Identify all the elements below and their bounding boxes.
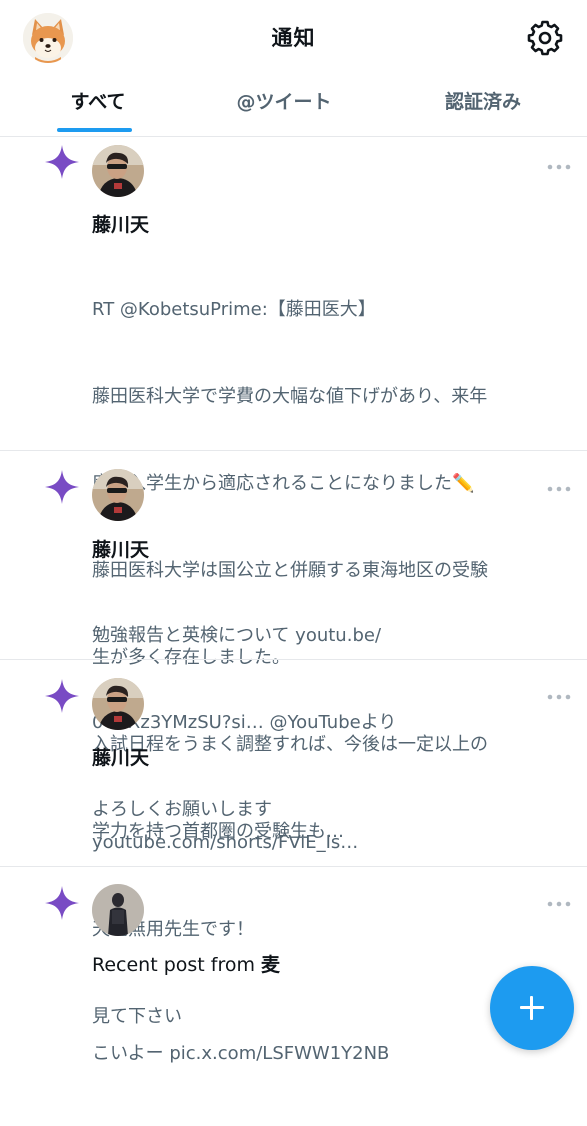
notification-tabs: すべて @ツイート 認証済み — [0, 76, 587, 137]
top-bar: 通知 — [0, 0, 587, 76]
user-photo-icon — [92, 884, 144, 936]
notification-item[interactable]: 藤川天 youtube.com/shorts/FViE_Is… 天地無用先生です… — [0, 660, 587, 1027]
avatar[interactable] — [92, 469, 144, 521]
author-name: 藤川天 — [92, 214, 150, 236]
tab-verified[interactable]: 認証済み — [385, 76, 581, 136]
user-photo-icon — [92, 469, 144, 521]
page-title: 通知 — [271, 26, 316, 50]
recent-post-prefix: Recent post from — [92, 954, 262, 976]
gear-icon — [527, 20, 563, 56]
tab-mentions[interactable]: @ツイート — [186, 76, 382, 136]
user-photo-icon — [92, 678, 144, 730]
compose-button[interactable] — [490, 966, 574, 1050]
author-name: 藤川天 — [92, 747, 150, 769]
tweet-line: こいよー pic.x.com/LSFWW1Y2NB — [92, 1043, 390, 1064]
sparkle-icon — [44, 885, 80, 921]
tweet-line: youtube.com/shorts/FViE_Is… — [92, 832, 359, 853]
notification-item[interactable]: 藤川天 勉強報告と英検について youtu.be/ 0UnXz3YMzSU?si… — [0, 451, 587, 820]
sparkle-icon — [44, 469, 80, 505]
recent-post-author: 麦 — [261, 954, 281, 976]
tweet-line: 藤田医科大学で学費の大幅な値下げがあり、来年 — [92, 386, 488, 407]
more-options-icon[interactable] — [546, 687, 572, 700]
author-name: 藤川天 — [92, 539, 150, 561]
recent-post-heading: Recent post from 麦 — [92, 950, 280, 977]
avatar[interactable] — [92, 884, 144, 936]
more-options-icon[interactable] — [546, 157, 572, 170]
more-options-icon[interactable] — [546, 479, 572, 492]
sparkle-icon — [44, 678, 80, 714]
notification-item[interactable]: 藤川天 RT @KobetsuPrime:【藤田医大】 藤田医科大学で学費の大幅… — [0, 137, 587, 842]
avatar[interactable] — [92, 145, 144, 197]
tweet-line: 勉強報告と英検について youtu.be/ — [92, 625, 382, 646]
user-photo-icon — [92, 145, 144, 197]
tab-all[interactable]: すべて — [0, 76, 196, 136]
sparkle-icon — [44, 144, 80, 180]
settings-button[interactable] — [527, 20, 563, 56]
more-options-icon[interactable] — [546, 894, 572, 907]
tweet-line: RT @KobetsuPrime:【藤田医大】 — [92, 299, 376, 320]
avatar[interactable] — [92, 678, 144, 730]
active-tab-indicator — [57, 128, 132, 132]
